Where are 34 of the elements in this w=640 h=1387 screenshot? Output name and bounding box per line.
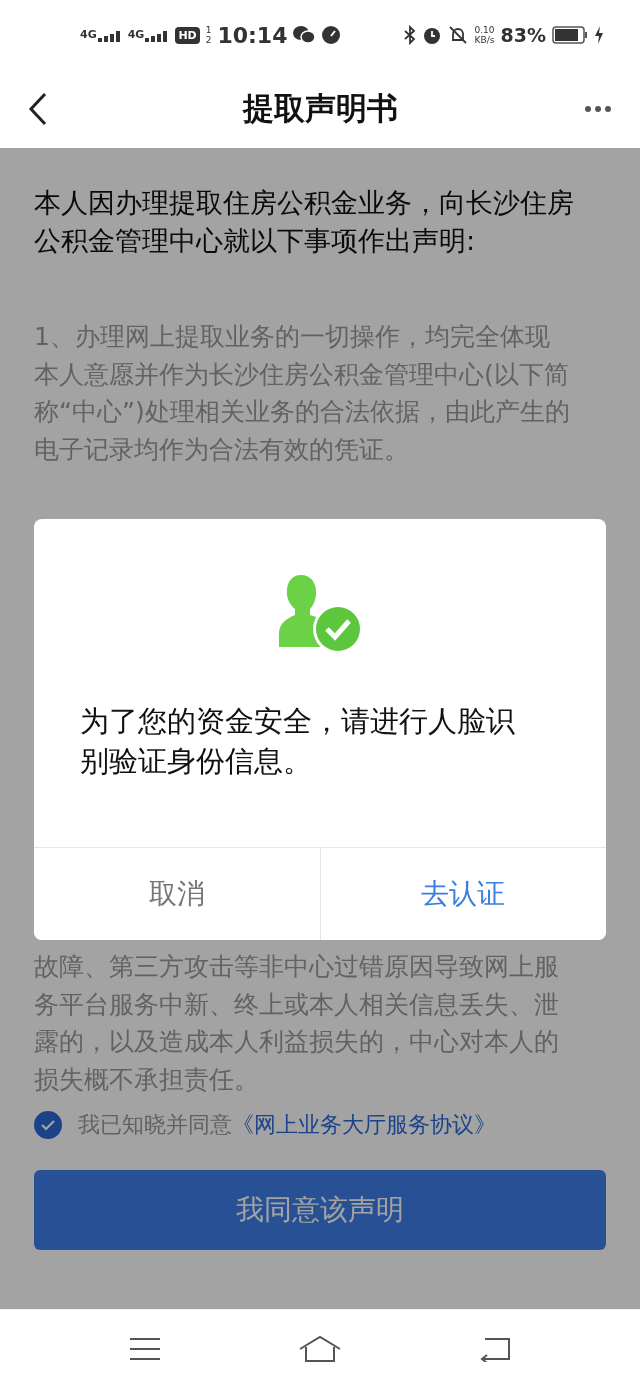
- network-speed: KB/s: [474, 35, 495, 45]
- signal-icon: [145, 28, 170, 42]
- gauge-icon: [321, 25, 342, 45]
- clause-text: 故障、第三方攻击等非中心过错原因导致网上服务平台服务中新、终上或本人相关信息丢失、泄露的，以及造成本人利益损失的，中心对本人的损失概不承担责任。: [34, 951, 560, 1096]
- network-speed: 0.10: [474, 25, 495, 35]
- back-icon[interactable]: [28, 92, 48, 126]
- intro-text: 本人因办理提取住房公积金业务，向长沙住房公积金管理中心就以下事项作出声明:: [34, 186, 575, 258]
- signal-icon: [97, 28, 122, 42]
- bluetooth-icon: [404, 25, 417, 45]
- network-type: 4G: [127, 28, 145, 41]
- battery-percent: 83%: [500, 24, 546, 46]
- sim-slot: 1: [205, 25, 212, 35]
- agree-button[interactable]: 我同意该声明: [34, 1170, 606, 1250]
- back-gesture-icon[interactable]: [479, 1335, 512, 1362]
- menu-icon[interactable]: [128, 1335, 161, 1362]
- cancel-button[interactable]: 取消: [34, 848, 321, 940]
- agreement-link[interactable]: 《网上业务大厅服务协议》: [232, 1110, 496, 1140]
- charging-icon: [594, 25, 604, 45]
- clause-text: 1、办理网上提取业务的一切操作，均完全体现本人意愿并作为长沙住房公积金管理中心(以下简称“中心”)处理相关业务的合法依据，由此产生的电子记录均作为合法有效的凭证。: [34, 321, 571, 466]
- dialog-message: 为了您的资金安全，请进行人脸识别验证身份信息。: [80, 703, 516, 780]
- battery-icon: [552, 26, 588, 44]
- hd-badge: HD: [175, 26, 200, 44]
- agreement-label: 我已知晓并同意: [78, 1111, 232, 1139]
- more-icon[interactable]: [584, 105, 612, 113]
- muted-bell-icon: [448, 25, 469, 45]
- network-type: 4G: [80, 28, 97, 41]
- clock: 10:14: [217, 22, 288, 48]
- chat-icon: [293, 25, 316, 45]
- sim-slot: 2: [205, 35, 212, 45]
- alarm-icon: [422, 25, 443, 45]
- home-icon[interactable]: [298, 1334, 342, 1363]
- page-title: 提取声明书: [242, 89, 398, 128]
- check-icon: [40, 1119, 56, 1131]
- agree-checkbox[interactable]: [34, 1111, 62, 1139]
